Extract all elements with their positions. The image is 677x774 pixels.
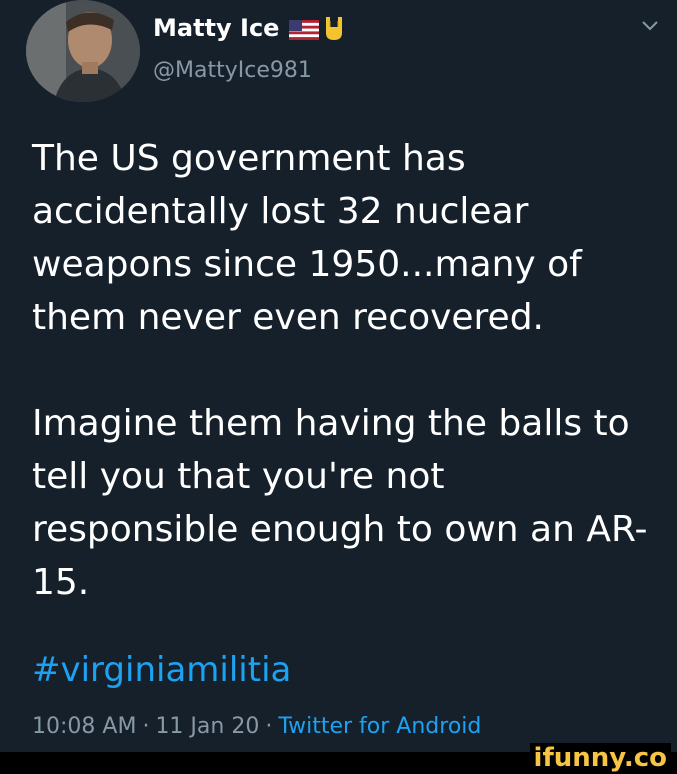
chevron-down-icon[interactable] (640, 18, 660, 34)
author-name-text: Matty Ice (153, 14, 280, 42)
hashtag-link[interactable]: #virginiamilitia (32, 650, 291, 690)
avatar-photo (26, 0, 140, 102)
tweet-paragraph: Imagine them having the balls to tell yo… (32, 403, 648, 603)
author-handle[interactable]: @MattyIce981 (153, 58, 312, 83)
tweet-time[interactable]: 10:08 AM (32, 714, 136, 739)
author-display-name[interactable]: Matty Ice (153, 14, 345, 42)
tweet-paragraph: The US government has accidentally lost … (32, 138, 582, 338)
avatar[interactable] (26, 0, 140, 102)
tweet-metadata: 10:08 AM · 11 Jan 20 · Twitter for Android (32, 714, 481, 739)
tweet-card: Matty Ice @MattyIce981 The US government… (0, 0, 677, 752)
us-flag-icon (289, 18, 320, 40)
tweet-date[interactable]: 11 Jan 20 (155, 714, 259, 739)
sign-of-horns-icon (323, 15, 345, 41)
client-link[interactable]: Twitter for Android (278, 714, 481, 739)
separator: · (265, 714, 273, 739)
ifunny-watermark: ifunny.co (529, 743, 671, 773)
tweet-body: The US government has accidentally lost … (32, 132, 652, 609)
separator: · (142, 714, 150, 739)
